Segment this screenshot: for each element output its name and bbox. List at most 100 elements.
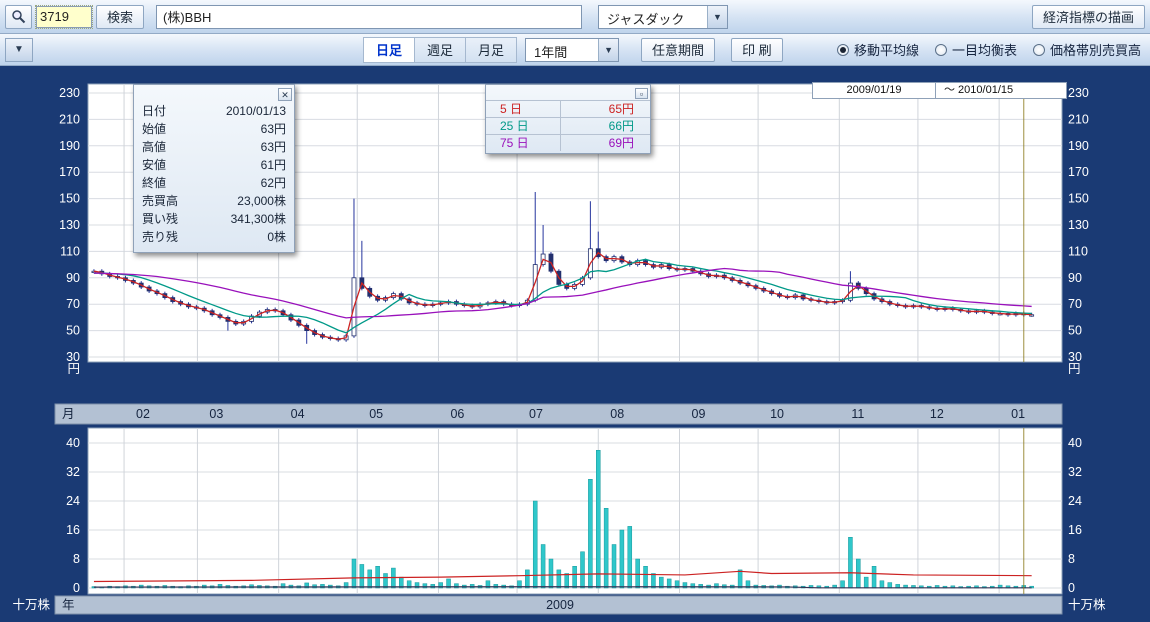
quote-info-row: 安値 61円: [134, 156, 294, 174]
svg-text:年: 年: [62, 598, 75, 612]
svg-text:12: 12: [930, 407, 944, 421]
ma-legend-rows: 5 日65円25 日66円75 日69円: [486, 100, 650, 151]
svg-text:0: 0: [73, 581, 80, 595]
custom-period-button[interactable]: 任意期間: [641, 38, 715, 62]
svg-text:24: 24: [1068, 494, 1082, 508]
toolbar-primary: 検索 ジャスダック ▼ 経済指標の描画: [0, 0, 1150, 34]
svg-text:08: 08: [610, 407, 624, 421]
svg-text:十万株: 十万株: [1068, 597, 1106, 612]
svg-text:10: 10: [770, 407, 784, 421]
svg-text:110: 110: [1068, 244, 1088, 258]
radio-label: 一目均衡表: [952, 40, 1017, 59]
period-select-value: 1年間: [526, 39, 598, 61]
ma-legend-period: 25 日: [486, 118, 561, 134]
print-button[interactable]: 印 刷: [731, 38, 783, 62]
svg-text:130: 130: [59, 218, 80, 232]
date-range-to: ～ 2010/01/15: [936, 82, 1067, 99]
tab-weekly[interactable]: 週足: [415, 38, 466, 62]
ma-legend-titlebar[interactable]: ▫: [486, 85, 650, 100]
svg-text:210: 210: [1068, 112, 1089, 126]
quote-info-row: 日付2010/01/13: [134, 102, 294, 120]
quote-info-value: 63円: [261, 121, 286, 137]
svg-text:70: 70: [1068, 297, 1082, 311]
svg-text:0: 0: [1068, 581, 1075, 595]
quote-info-label: 始値: [142, 121, 166, 137]
tab-monthly[interactable]: 月足: [466, 38, 516, 62]
svg-text:50: 50: [66, 324, 80, 338]
chart-region[interactable]: 2302302102101901901701701501501301301101…: [0, 66, 1150, 618]
svg-text:円: 円: [67, 362, 80, 376]
quote-info-label: 安値: [142, 157, 166, 173]
radio-dot-icon: [935, 44, 947, 56]
stock-code-input[interactable]: [36, 6, 92, 28]
radio-label: 価格帯別売買高: [1050, 40, 1141, 59]
svg-text:16: 16: [1068, 523, 1082, 537]
search-button[interactable]: 検索: [96, 5, 144, 29]
svg-text:40: 40: [66, 436, 80, 450]
svg-text:円: 円: [1068, 362, 1081, 376]
svg-text:32: 32: [66, 465, 80, 479]
economic-indicator-button[interactable]: 経済指標の描画: [1032, 5, 1145, 29]
ma-legend-period: 5 日: [486, 101, 561, 117]
tab-daily[interactable]: 日足: [364, 38, 415, 62]
svg-text:09: 09: [692, 407, 706, 421]
timeframe-tab-group: 日足 週足 月足: [363, 37, 517, 63]
quote-info-label: 買い残: [142, 211, 178, 227]
stock-name-input[interactable]: [156, 5, 582, 29]
svg-text:8: 8: [1068, 552, 1075, 566]
svg-text:90: 90: [1068, 271, 1082, 285]
svg-text:110: 110: [60, 244, 80, 258]
svg-text:190: 190: [59, 139, 80, 153]
svg-text:01: 01: [1011, 407, 1025, 421]
quote-info-titlebar[interactable]: ✕: [134, 85, 294, 102]
svg-text:230: 230: [1068, 86, 1089, 100]
quote-info-rows: 日付2010/01/13始値63円高値63円安値61円終値62円売買高23,00…: [134, 102, 294, 246]
quote-info-row: 売り残0株: [134, 228, 294, 246]
ma-legend-row: 5 日65円: [486, 100, 650, 117]
svg-text:150: 150: [1068, 192, 1089, 206]
quote-info-label: 高値: [142, 139, 166, 155]
svg-text:11: 11: [851, 407, 864, 421]
svg-text:06: 06: [450, 407, 464, 421]
quote-info-row: 売買高 23,000株: [134, 192, 294, 210]
ma-legend-value: 69円: [561, 135, 650, 151]
svg-text:24: 24: [66, 494, 80, 508]
period-select-arrow-icon[interactable]: ▼: [598, 39, 618, 61]
svg-text:190: 190: [1068, 139, 1089, 153]
quote-info-value: 61円: [261, 157, 286, 173]
svg-text:02: 02: [136, 407, 150, 421]
market-select-arrow-icon[interactable]: ▼: [707, 6, 727, 28]
quote-info-label: 日付: [142, 103, 166, 119]
svg-text:03: 03: [209, 407, 223, 421]
minimize-icon[interactable]: ▫: [635, 88, 648, 99]
ma-legend-value: 66円: [561, 118, 650, 134]
svg-text:07: 07: [529, 407, 543, 421]
radio-moving-average[interactable]: 移動平均線: [837, 40, 919, 59]
quote-info-value: 63円: [261, 139, 286, 155]
radio-ichimoku[interactable]: 一目均衡表: [935, 40, 1017, 59]
market-select[interactable]: ジャスダック ▼: [598, 5, 728, 29]
quote-info-row: 始値 63円: [134, 120, 294, 138]
dropdown-arrow-button[interactable]: ▼: [5, 38, 33, 62]
radio-label: 移動平均線: [854, 40, 919, 59]
quote-info-label: 売買高: [142, 193, 178, 209]
close-icon[interactable]: ✕: [278, 88, 292, 101]
svg-text:月: 月: [62, 407, 75, 421]
svg-text:70: 70: [66, 297, 80, 311]
quote-info-value: 0株: [267, 229, 286, 245]
search-icon-button[interactable]: [5, 5, 32, 29]
period-select[interactable]: 1年間 ▼: [525, 38, 619, 62]
radio-volume-by-price[interactable]: 価格帯別売買高: [1033, 40, 1141, 59]
quote-info-value: 23,000株: [237, 193, 286, 209]
svg-text:210: 210: [59, 112, 80, 126]
svg-text:8: 8: [73, 552, 80, 566]
quote-info-row: 終値62円: [134, 174, 294, 192]
quote-info-box[interactable]: ✕ 日付2010/01/13始値63円高値63円安値61円終値62円売買高23,…: [133, 84, 295, 253]
svg-text:150: 150: [59, 192, 80, 206]
quote-info-row: 高値 63円: [134, 138, 294, 156]
quote-info-row: 買い残341,300株: [134, 210, 294, 228]
ma-legend-value: 65円: [561, 101, 650, 117]
toolbar-secondary: ▼ 日足 週足 月足 1年間 ▼ 任意期間 印 刷 移動平均線 一目均衡表 価格…: [0, 34, 1150, 66]
ma-legend-period: 75 日: [486, 135, 561, 151]
ma-legend-box[interactable]: ▫ 5 日65円25 日66円75 日69円: [485, 84, 651, 154]
